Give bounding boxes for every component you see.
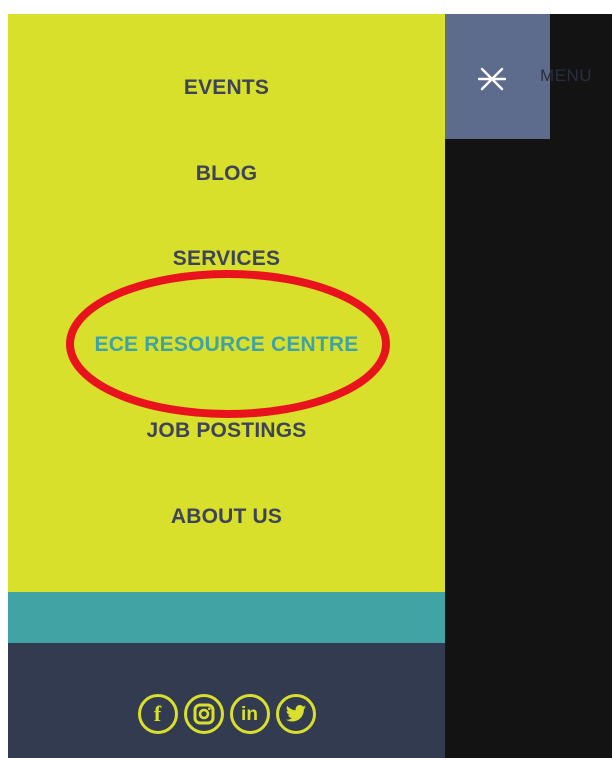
navigation-menu: EVENTS BLOG SERVICES ECE RESOURCE CENTRE… (8, 14, 445, 592)
linkedin-icon: in (241, 703, 258, 725)
facebook-icon: f (153, 701, 162, 726)
menu-item-services[interactable]: SERVICES (8, 239, 445, 279)
twitter-button[interactable] (275, 694, 316, 734)
instagram-button[interactable] (183, 694, 224, 734)
menu-item-events[interactable]: EVENTS (8, 68, 445, 108)
instagram-icon (193, 703, 214, 725)
mobile-screen: EVENTS BLOG SERVICES ECE RESOURCE CENTRE… (8, 14, 612, 758)
facebook-button[interactable]: f (137, 694, 178, 734)
social-links: f in (8, 694, 445, 744)
close-icon (478, 67, 506, 91)
menu-item-ece-resource-centre[interactable]: ECE RESOURCE CENTRE (8, 325, 445, 365)
linkedin-button[interactable]: in (229, 694, 270, 734)
twitter-icon (285, 704, 306, 722)
menu-item-job-postings[interactable]: JOB POSTINGS (8, 411, 445, 451)
accent-band (8, 592, 445, 643)
menu-toggle-button[interactable]: MENU (445, 14, 592, 139)
menu-item-about-us[interactable]: ABOUT US (8, 497, 445, 537)
menu-label: MENU (540, 66, 593, 85)
menu-item-blog[interactable]: BLOG (8, 154, 445, 194)
